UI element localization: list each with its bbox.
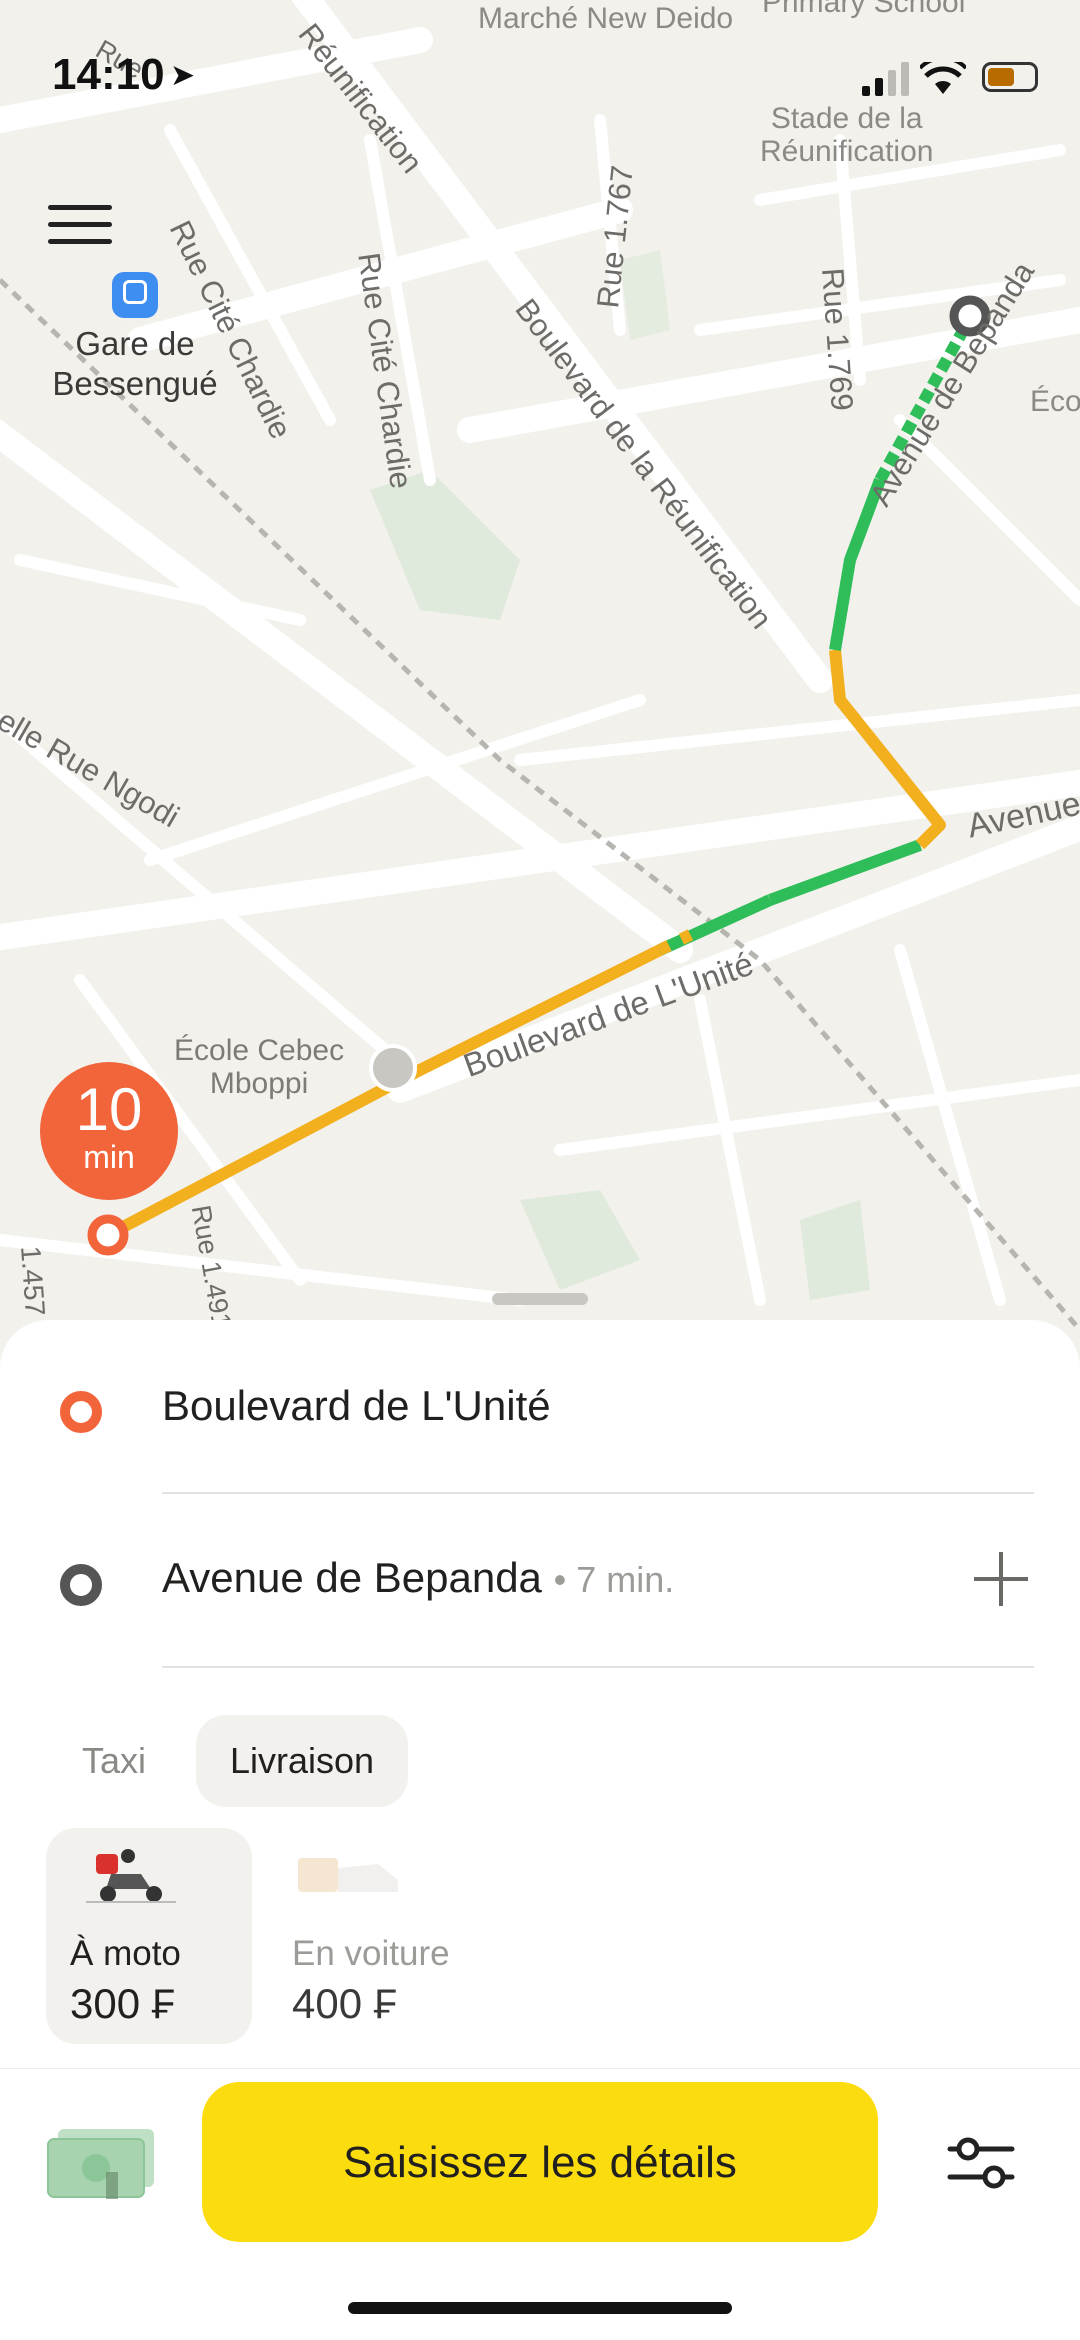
- poi-gare-label: Gare de Bessengué: [52, 325, 218, 402]
- pickup-dot-icon: [60, 1391, 102, 1433]
- location-arrow-icon: ➤: [170, 59, 196, 92]
- street-label: 1.457: [15, 1244, 51, 1317]
- tab-taxi[interactable]: Taxi: [50, 1715, 178, 1807]
- home-indicator[interactable]: [348, 2302, 732, 2314]
- tariff-name: En voiture: [292, 1934, 450, 1973]
- tariff-price: 400 ₣: [292, 1980, 398, 2027]
- status-bar: 14:10 ➤: [0, 0, 1080, 150]
- tariff-list: À moto 300 ₣ En voiture 400 ₣: [46, 1828, 1046, 2048]
- divider: [162, 1666, 1034, 1668]
- eta-badge: 10 min: [40, 1062, 178, 1200]
- moto-courier-icon: [86, 1849, 176, 1903]
- tariff-card-car[interactable]: En voiture 400 ₣: [268, 1828, 474, 2044]
- wifi-icon: [920, 62, 966, 94]
- enter-details-button[interactable]: Saisissez les détails: [202, 2082, 878, 2242]
- hamburger-icon: [48, 205, 112, 210]
- cellular-signal-icon: [862, 62, 909, 96]
- eta-unit: min: [83, 1139, 135, 1175]
- tariff-name: À moto: [70, 1934, 181, 1973]
- train-icon: [112, 272, 158, 318]
- map-label-eco: Éco: [1030, 385, 1080, 418]
- battery-icon: [982, 62, 1038, 92]
- menu-button[interactable]: [48, 205, 112, 253]
- tariff-card-moto[interactable]: À moto 300 ₣: [46, 1828, 252, 2044]
- destination-eta: • 7 min.: [553, 1559, 675, 1600]
- tariff-price: 300 ₣: [70, 1980, 176, 2027]
- action-bar: Saisissez les détails: [0, 2068, 1080, 2340]
- pickup-address: Boulevard de L'Unité: [162, 1382, 551, 1429]
- divider: [162, 1492, 1034, 1494]
- cash-icon[interactable]: [46, 2127, 156, 2199]
- eta-value: 10: [75, 1076, 143, 1143]
- destination-row[interactable]: Avenue de Bepanda • 7 min.: [0, 1496, 1080, 1666]
- sheet-grabber[interactable]: [492, 1293, 588, 1305]
- destination-address: Avenue de Bepanda: [162, 1554, 542, 1601]
- add-stop-plus-icon[interactable]: [974, 1552, 1028, 1606]
- map-label-ecole: École Cebec Mboppi: [174, 1034, 345, 1100]
- pickup-row[interactable]: Boulevard de L'Unité: [0, 1320, 1080, 1490]
- sliders-icon[interactable]: [946, 2133, 1016, 2193]
- status-time: 14:10: [52, 50, 165, 99]
- tab-livraison[interactable]: Livraison: [196, 1715, 409, 1807]
- map-view[interactable]: Marché New Deido Primary School Stade de…: [0, 0, 1080, 1360]
- car-delivery-icon: [298, 1858, 398, 1892]
- destination-dot-icon: [60, 1564, 102, 1606]
